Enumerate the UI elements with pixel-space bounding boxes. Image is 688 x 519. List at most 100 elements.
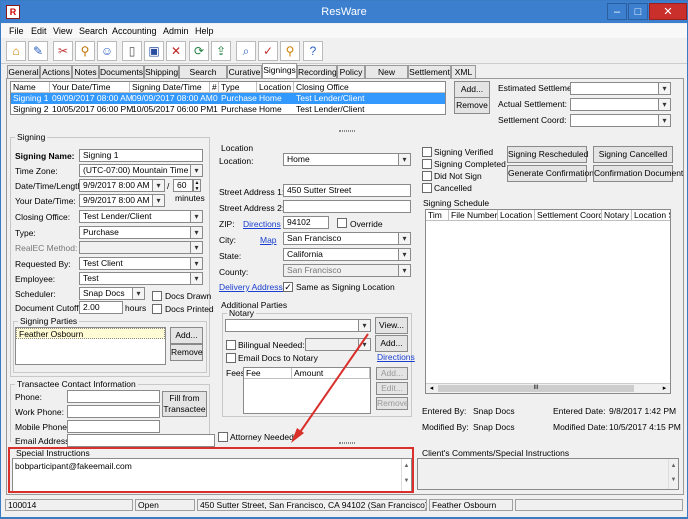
scroll-left-icon[interactable]: ◂ bbox=[427, 384, 436, 393]
close-button[interactable]: ✕ bbox=[649, 3, 687, 20]
menu-help[interactable]: Help bbox=[195, 26, 214, 36]
docs-printed-checkbox[interactable] bbox=[152, 304, 162, 314]
table-row[interactable]: Signing 1 09/09/2017 08:00 AM 09/09/2017… bbox=[11, 93, 445, 104]
signing-verified-checkbox[interactable] bbox=[422, 147, 432, 157]
help-icon[interactable]: ? bbox=[303, 41, 323, 61]
remove-signing-button[interactable]: Remove bbox=[454, 97, 490, 114]
col-closing-office[interactable]: Closing Office bbox=[294, 82, 445, 93]
signing-schedule-grid[interactable]: Tim File Number Location Settlement Coor… bbox=[425, 209, 671, 394]
export-icon[interactable]: ⇪ bbox=[211, 41, 231, 61]
col-signing-date[interactable]: Signing Date/Time bbox=[130, 82, 210, 93]
street-1-field[interactable]: 450 Sutter Street bbox=[283, 184, 411, 197]
fill-from-transactee-button[interactable]: Fill from Transactee bbox=[162, 391, 207, 417]
tab-new-loans[interactable]: New Loans bbox=[365, 65, 408, 89]
signings-list[interactable]: Name Your Date/Time Signing Date/Time # … bbox=[10, 81, 446, 115]
home-icon[interactable]: ⌂ bbox=[6, 41, 26, 61]
signing-parties-list[interactable]: Feather Osbourn bbox=[15, 327, 166, 365]
col-type[interactable]: Type bbox=[219, 82, 257, 93]
street-2-field[interactable] bbox=[283, 200, 411, 213]
signing-name-field[interactable]: Signing 1 bbox=[79, 149, 203, 162]
tools-icon[interactable]: ✂ bbox=[53, 41, 73, 61]
fees-grid[interactable]: Fee Amount bbox=[243, 367, 371, 414]
col-location-status[interactable]: Location S bbox=[632, 210, 670, 221]
minimize-button[interactable]: – bbox=[607, 3, 627, 20]
col-time[interactable]: Tim bbox=[426, 210, 449, 221]
search-doc-icon[interactable]: ⚲ bbox=[280, 41, 300, 61]
add-signing-button[interactable]: Add... bbox=[454, 81, 490, 98]
same-as-signing-checkbox[interactable]: ✓ bbox=[283, 282, 293, 292]
save-icon[interactable]: ▣ bbox=[144, 41, 164, 61]
settlement-coord-select[interactable] bbox=[570, 114, 671, 127]
signing-completed-checkbox[interactable] bbox=[422, 159, 432, 169]
view-notary-button[interactable]: View... bbox=[375, 317, 408, 334]
menu-accounting[interactable]: Accounting bbox=[112, 26, 157, 36]
email-docs-checkbox[interactable] bbox=[226, 353, 236, 363]
delivery-address-link[interactable]: Delivery Address: bbox=[219, 282, 285, 292]
closing-office-select[interactable]: Test Lender/Client bbox=[79, 210, 203, 223]
tab-settlement[interactable]: Settlement bbox=[408, 65, 451, 78]
docs-drawn-checkbox[interactable] bbox=[152, 291, 162, 301]
vertical-scrollbar[interactable]: ▲ ▼ bbox=[668, 459, 678, 489]
col-name[interactable]: Name bbox=[11, 82, 50, 93]
edit-icon[interactable]: ✎ bbox=[28, 41, 48, 61]
signing-rescheduled-button[interactable]: Signing Rescheduled bbox=[507, 146, 588, 163]
col-amount[interactable]: Amount bbox=[292, 368, 370, 379]
preview-icon[interactable]: ⌕ bbox=[236, 41, 256, 61]
remove-party-button[interactable]: Remove bbox=[170, 344, 203, 361]
zip-field[interactable]: 94102 bbox=[283, 216, 329, 229]
col-fee[interactable]: Fee bbox=[244, 368, 292, 379]
override-checkbox[interactable] bbox=[337, 218, 347, 228]
tab-curative[interactable]: Curative bbox=[227, 65, 262, 78]
add-party-button[interactable]: Add... bbox=[170, 327, 203, 344]
tab-policy[interactable]: Policy bbox=[337, 65, 365, 78]
employee-select[interactable]: Test bbox=[79, 272, 203, 285]
your-date-picker[interactable]: 9/9/2017 8:00 AM bbox=[79, 194, 165, 207]
tab-general[interactable]: General bbox=[7, 65, 40, 78]
did-not-sign-checkbox[interactable] bbox=[422, 171, 432, 181]
cancelled-checkbox[interactable] bbox=[422, 183, 432, 193]
tab-notes[interactable]: Notes bbox=[72, 65, 99, 78]
state-select[interactable]: California bbox=[283, 248, 411, 261]
maximize-button[interactable]: □ bbox=[628, 3, 648, 20]
col-settlement-coord[interactable]: Settlement Coord. bbox=[535, 210, 602, 221]
time-zone-select[interactable]: (UTC-07:00) Mountain Time (US & bbox=[79, 164, 203, 177]
actual-settlement-picker[interactable] bbox=[570, 98, 671, 111]
list-item[interactable]: Feather Osbourn bbox=[16, 328, 165, 339]
notary-directions-link[interactable]: Directions bbox=[377, 352, 415, 362]
menu-search[interactable]: Search bbox=[79, 26, 108, 36]
horizontal-scrollbar[interactable]: ◂ III ▸ bbox=[426, 383, 670, 393]
city-select[interactable]: San Francisco bbox=[283, 232, 411, 245]
delete-icon[interactable]: ✕ bbox=[166, 41, 186, 61]
menu-file[interactable]: File bbox=[9, 26, 24, 36]
tab-xml[interactable]: XML bbox=[451, 65, 476, 78]
tab-shipping[interactable]: Shipping bbox=[144, 65, 179, 78]
bilingual-checkbox[interactable] bbox=[226, 340, 236, 350]
tab-signings[interactable]: Signings bbox=[262, 63, 297, 78]
refresh-icon[interactable]: ⟳ bbox=[189, 41, 209, 61]
table-row[interactable]: Signing 2 10/05/2017 06:00 PM 10/05/2017… bbox=[11, 104, 445, 114]
scheduler-select[interactable]: Snap Docs bbox=[79, 287, 145, 300]
col-number[interactable]: # bbox=[210, 82, 219, 93]
zip-directions-link[interactable]: Directions bbox=[243, 219, 281, 229]
work-phone-field[interactable] bbox=[67, 405, 160, 418]
search-folder-icon[interactable]: ⚲ bbox=[75, 41, 95, 61]
scroll-right-icon[interactable]: ▸ bbox=[660, 384, 669, 393]
new-document-icon[interactable]: ▯ bbox=[122, 41, 142, 61]
signing-cancelled-button[interactable]: Signing Cancelled bbox=[593, 146, 673, 163]
splitter-grip[interactable] bbox=[339, 130, 355, 132]
menu-admin[interactable]: Admin bbox=[163, 26, 189, 36]
attorney-needed-checkbox[interactable] bbox=[218, 432, 228, 442]
type-select[interactable]: Purchase bbox=[79, 226, 203, 239]
length-field[interactable]: 60 bbox=[173, 179, 193, 192]
requested-by-select[interactable]: Test Client bbox=[79, 257, 203, 270]
col-location[interactable]: Location bbox=[257, 82, 294, 93]
signing-date-picker[interactable]: 9/9/2017 8:00 AM bbox=[79, 179, 165, 192]
map-link[interactable]: Map bbox=[260, 235, 277, 245]
estimated-settlement-picker[interactable] bbox=[570, 82, 671, 95]
add-notary-button[interactable]: Add... bbox=[375, 335, 408, 352]
email-address-field[interactable] bbox=[67, 434, 215, 447]
splitter-grip[interactable] bbox=[339, 442, 355, 444]
tab-search-data[interactable]: Search Data bbox=[179, 65, 227, 89]
location-select[interactable]: Home bbox=[283, 153, 411, 166]
mobile-phone-field[interactable] bbox=[67, 420, 160, 433]
